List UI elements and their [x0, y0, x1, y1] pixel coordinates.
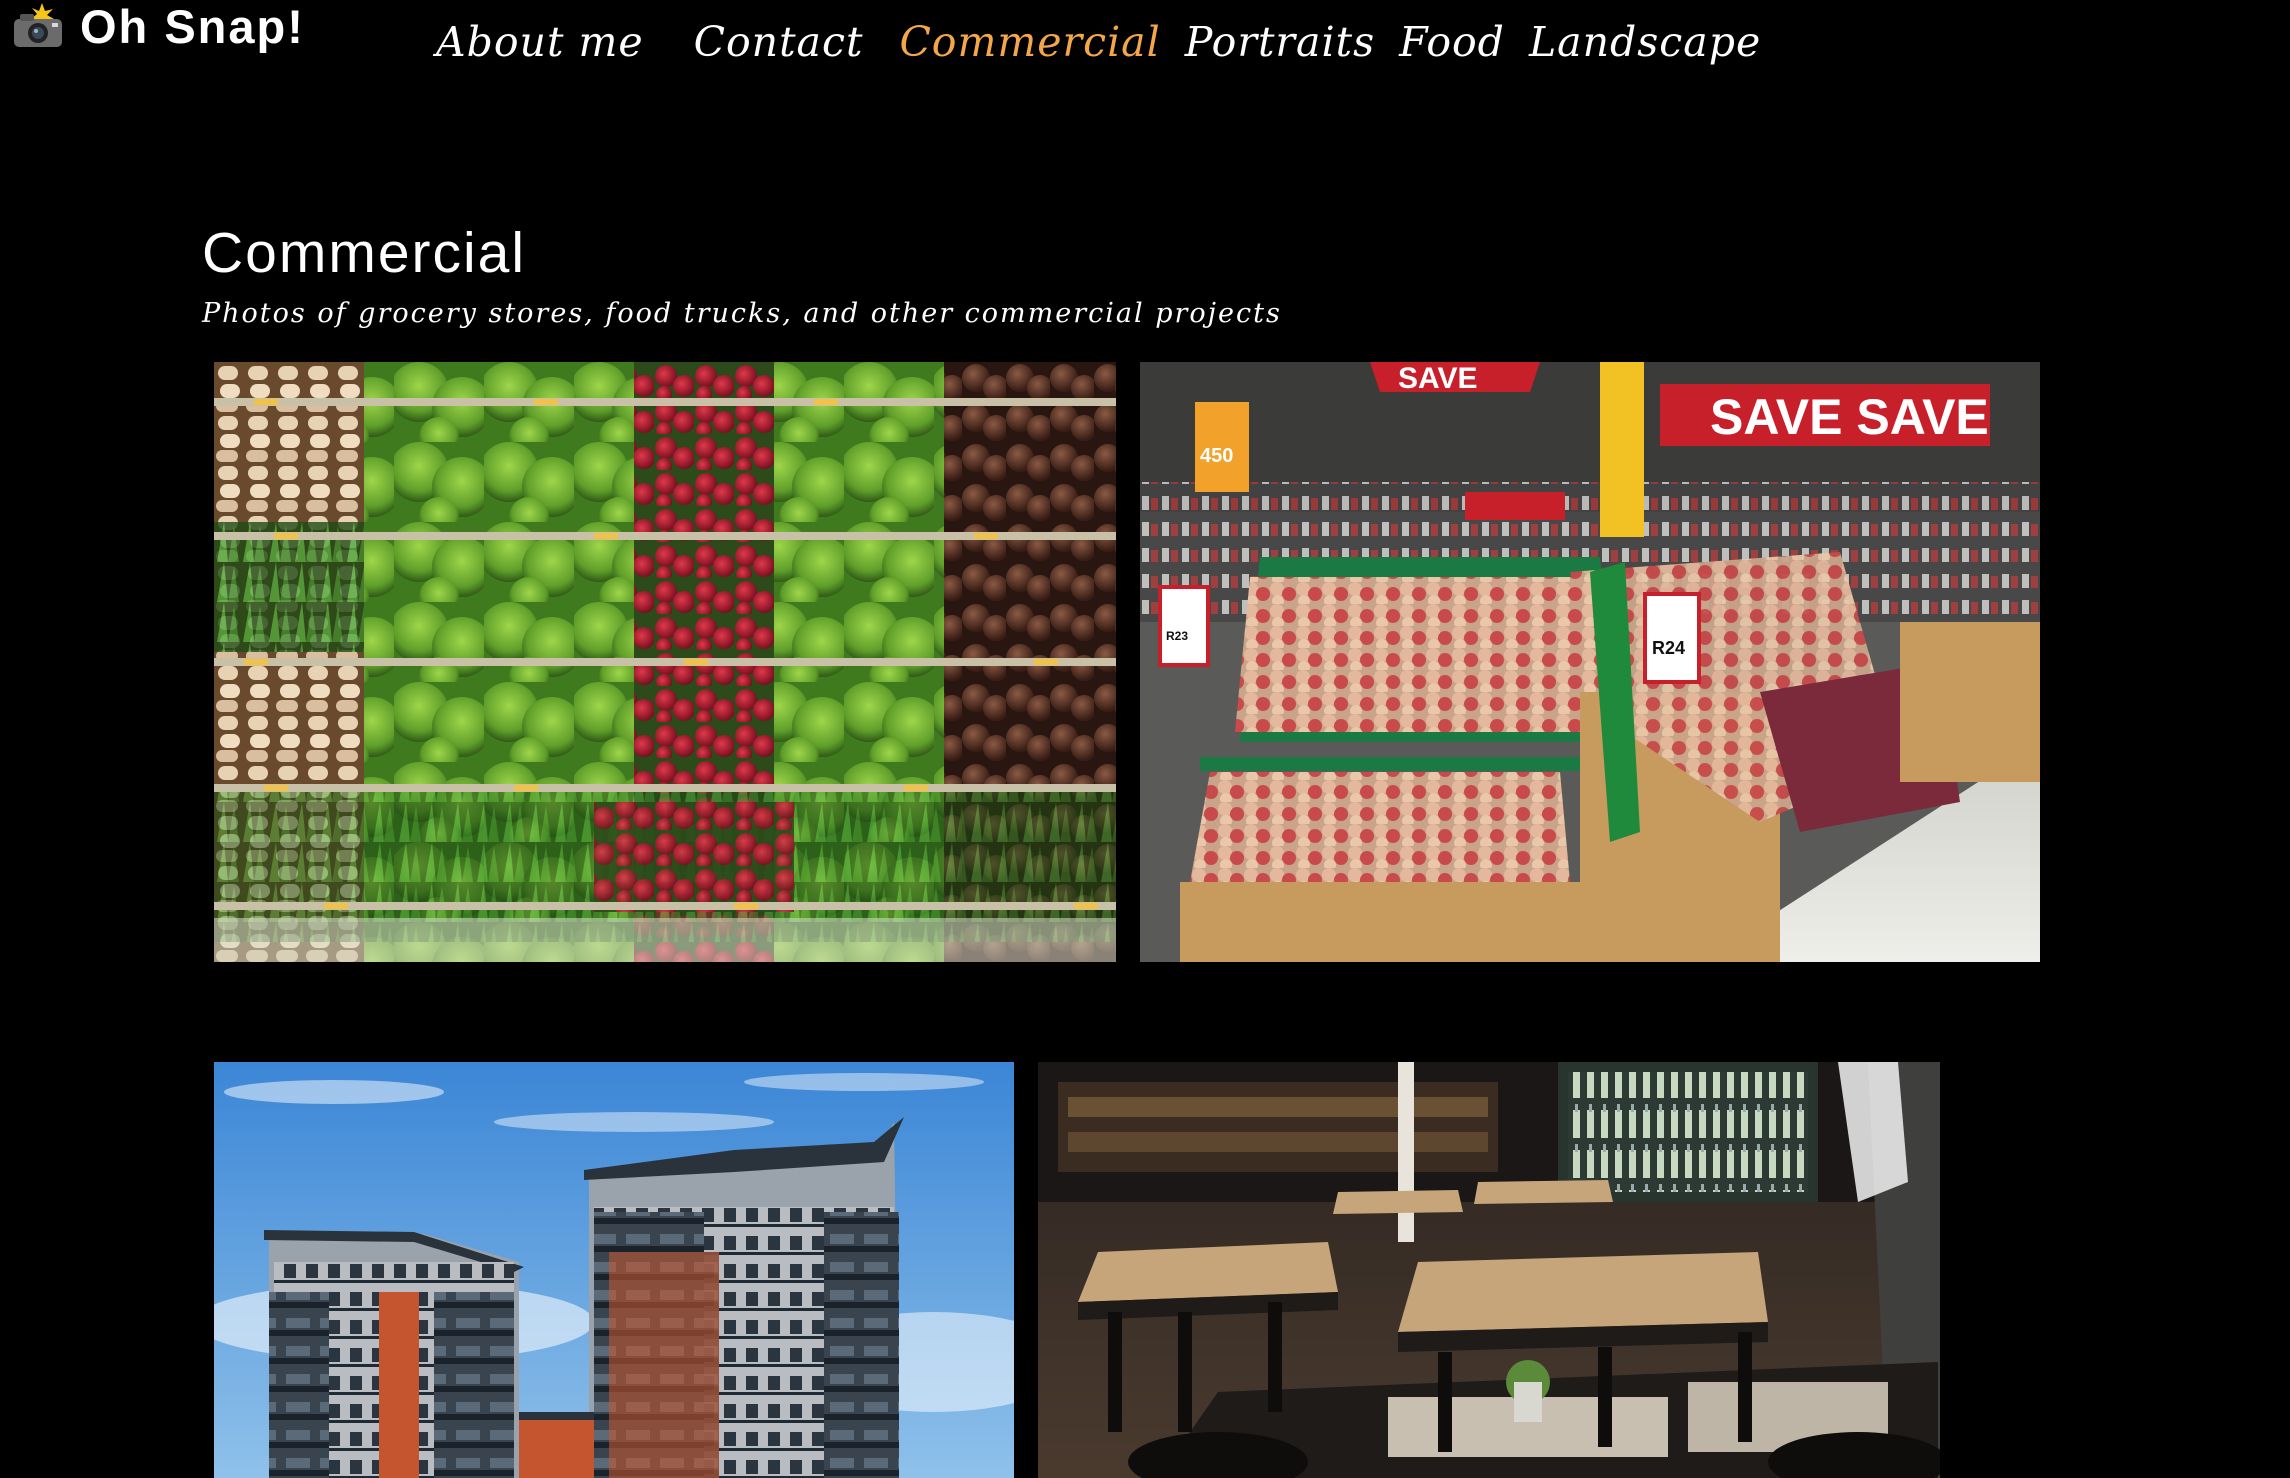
- price-450-text: 450: [1200, 445, 1233, 467]
- nav-link-portraits[interactable]: Portraits: [1185, 18, 1375, 66]
- photo-apartment-building[interactable]: [214, 1062, 1014, 1478]
- nav-link-food[interactable]: Food: [1399, 18, 1505, 66]
- save-sign-text: SAVE: [1398, 362, 1477, 395]
- nav-link-commercial[interactable]: Commercial: [899, 18, 1160, 66]
- main-nav: About me Contact Commercial Portraits Fo…: [436, 18, 1761, 66]
- nav-link-contact[interactable]: Contact: [694, 18, 864, 66]
- page-title: Commercial: [202, 221, 527, 285]
- page-subtitle: Photos of grocery stores, food trucks, a…: [202, 298, 1282, 329]
- site-logo-text: Oh Snap!: [80, 0, 305, 53]
- photo-restaurant-interior[interactable]: [1038, 1062, 1940, 1478]
- photo-supermarket-aisle[interactable]: SAVE SAVE SAVE 450 R23 R24: [1140, 362, 2040, 962]
- site-logo[interactable]: Oh Snap!: [12, 0, 305, 52]
- price-r23-text: R23: [1166, 629, 1188, 643]
- price-r24-text: R24: [1652, 638, 1685, 658]
- nav-link-about[interactable]: About me: [436, 18, 644, 66]
- save-banner-text: SAVE SAVE: [1710, 389, 1989, 445]
- nav-link-landscape[interactable]: Landscape: [1529, 18, 1761, 66]
- camera-flash-icon: [12, 3, 64, 49]
- photo-produce-shelves[interactable]: [214, 362, 1116, 962]
